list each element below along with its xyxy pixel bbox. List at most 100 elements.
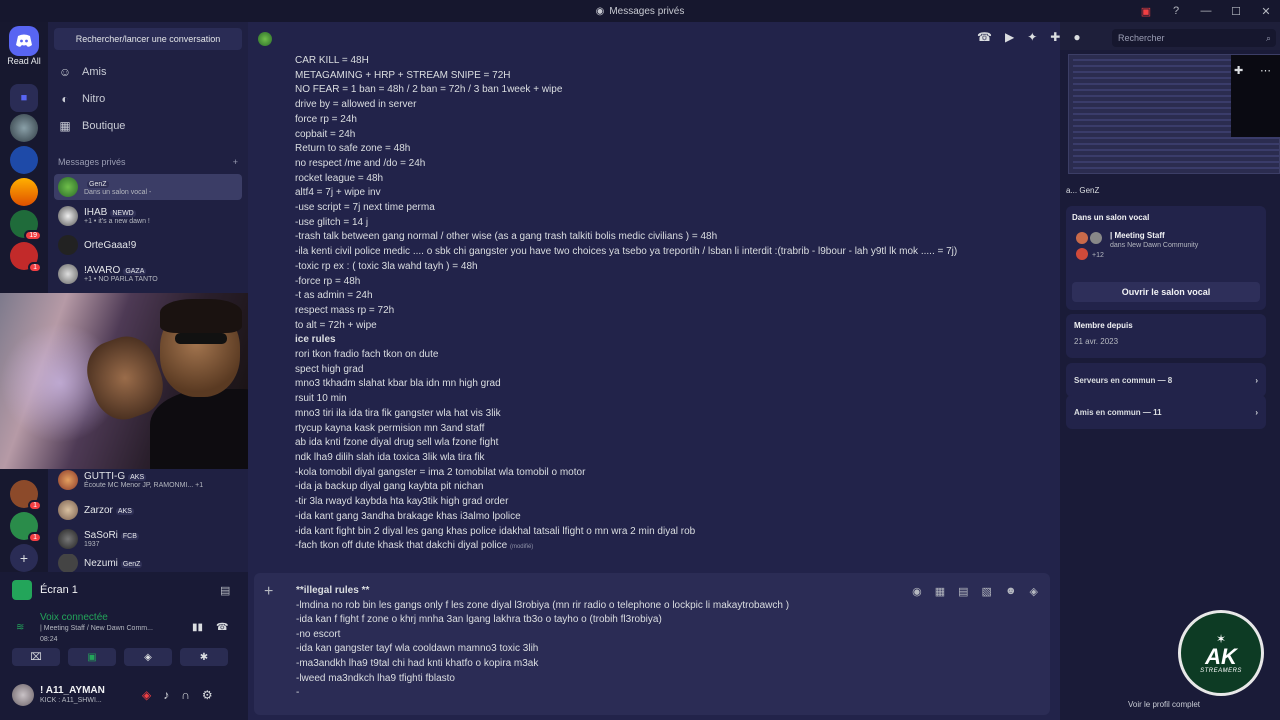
current-user[interactable]: ! A11_AYMAN KICK : A11_SHWI...: [12, 684, 105, 706]
microphone-icon[interactable]: ♪: [163, 688, 169, 702]
apps-icon[interactable]: ◈: [1030, 585, 1038, 598]
attach-button[interactable]: +: [264, 583, 273, 601]
member-since-card: Membre depuis 21 avr. 2023: [1066, 314, 1266, 358]
gif-icon[interactable]: ▤: [958, 585, 968, 598]
dm-item[interactable]: Nezumi GenZ: [54, 554, 242, 572]
message-composer[interactable]: + **illegal rules ** -lmdina no rob bin l…: [254, 573, 1050, 715]
composer-input[interactable]: **illegal rules ** -lmdina no rob bin les…: [296, 584, 789, 701]
activity-button[interactable]: ◈: [124, 648, 172, 666]
voice-card: Dans un salon vocal | Meeting Staff dans…: [1066, 206, 1266, 310]
settings-icon[interactable]: ⚙: [202, 688, 213, 702]
message-line: -ida kant fight bin 2 diyal les gang kha…: [295, 525, 696, 537]
camera-off-button[interactable]: ⌧: [12, 648, 60, 666]
screen-share-row[interactable]: Écran 1: [12, 580, 78, 600]
ak-streamers-logo: ✶ AK STREAMERS: [1178, 610, 1264, 696]
message-line: copbait = 24h: [295, 128, 356, 140]
composer-line: **illegal rules **: [296, 585, 370, 596]
nitro-icon: ◐: [61, 92, 69, 106]
noise-icon[interactable]: ▮▮: [192, 622, 203, 633]
message-line: -ida kant gang 3andha brakage khas i3alm…: [295, 510, 521, 522]
minimize-button[interactable]: —: [1200, 5, 1212, 17]
read-all-button[interactable]: Read All: [0, 56, 48, 66]
popout-icon[interactable]: ▤: [220, 584, 230, 597]
message-line: -use script = 7j next time perma: [295, 202, 435, 214]
nav-friends[interactable]: ☺ Amis: [58, 60, 107, 84]
dm-item[interactable]: Zarzor AKS: [54, 497, 242, 523]
server-icon[interactable]: [10, 178, 38, 206]
composer-line: -ida kan f fight f zone o khrj mnha 3an …: [296, 614, 662, 626]
dm-item[interactable]: OrteGaaa!9: [54, 232, 242, 258]
pin-icon[interactable]: ✦: [1027, 30, 1037, 44]
discord-logo-icon: [16, 34, 32, 47]
server-icon[interactable]: 19: [10, 210, 42, 241]
nav-shop[interactable]: ▦ Boutique: [58, 114, 125, 138]
create-dm-icon[interactable]: +: [233, 157, 238, 167]
message-line: -tir 3la rwayd kaybda hta kay3tik high g…: [295, 496, 509, 508]
message-line: ice rules: [295, 334, 336, 346]
server-icon[interactable]: 1: [10, 512, 42, 543]
edited-label: (modifié): [509, 544, 534, 551]
video-icon[interactable]: ▶: [1005, 30, 1014, 44]
maximize-button[interactable]: ☐: [1230, 5, 1242, 18]
title-bar: ◉ Messages privés ▣ ? — ☐ ✕: [0, 0, 1280, 22]
add-server-button[interactable]: +: [10, 544, 38, 572]
voice-channel[interactable]: | Meeting Staff / New Dawn Comm...: [40, 625, 153, 632]
eye-icon[interactable]: ◉: [912, 585, 922, 598]
header-search[interactable]: Rechercher ⌕: [1112, 29, 1276, 47]
help-icon[interactable]: ?: [1170, 5, 1182, 17]
headphones-icon[interactable]: ∩: [181, 688, 190, 702]
call-icon[interactable]: ☎: [977, 30, 992, 44]
nav-nitro[interactable]: ◐ Nitro: [58, 87, 105, 111]
server-icon[interactable]: 1: [10, 480, 42, 511]
server-icon[interactable]: 1: [10, 242, 42, 273]
message-line: mno3 tkhadm slahat kbar bla idn mn high …: [295, 378, 501, 390]
stream-preview[interactable]: [1068, 54, 1280, 174]
message-line: CAR KILL = 48H: [295, 55, 369, 66]
message-line: -ila kenti civil police medic .... o sbk…: [295, 246, 958, 258]
message-line: -t as admin = 24h: [295, 290, 373, 302]
message-line: force rp = 24h: [295, 113, 357, 125]
gamepad-icon[interactable]: ◈: [142, 688, 151, 702]
profile-icon[interactable]: ●: [1073, 30, 1080, 44]
voice-status[interactable]: Voix connectée: [40, 612, 108, 623]
soundboard-button[interactable]: ✱: [180, 648, 228, 666]
screen-share-icon[interactable]: ▣: [1140, 5, 1152, 18]
screen-share-button[interactable]: ▣: [68, 648, 116, 666]
add-friend-icon[interactable]: ✚: [1050, 30, 1060, 44]
dm-search-button[interactable]: Rechercher/lancer une conversation: [54, 28, 242, 50]
dm-item[interactable]: GenZ Dans un salon vocal -: [54, 174, 242, 200]
server-icon[interactable]: [10, 146, 38, 174]
screen-icon: [12, 580, 32, 600]
home-button[interactable]: [9, 26, 39, 56]
dm-item[interactable]: GUTTI-G AKS Écoute MC Menor JP, RAMONMI...…: [54, 467, 242, 493]
emoji-icon[interactable]: ☻: [1005, 585, 1017, 598]
dm-item[interactable]: !AVARO GAZA +1 • NO PARLA TANTO: [54, 261, 242, 287]
mention-badge: 1: [28, 500, 42, 511]
add-friend-icon[interactable]: ✚: [1234, 64, 1243, 77]
full-profile-link[interactable]: Voir le profil complet: [1128, 700, 1200, 709]
mutual-friends-row[interactable]: Amis en commun — 11 ›: [1066, 395, 1266, 429]
message-line: rtycup kayna kask permision mn 3and staf…: [295, 422, 485, 434]
sticker-icon[interactable]: ▧: [982, 585, 992, 598]
dm-item[interactable]: IHAB NEWD +1 • it's a new dawn !: [54, 203, 242, 229]
mutual-servers-row[interactable]: Serveurs en commun — 8 ›: [1066, 363, 1266, 397]
server-icon[interactable]: [10, 114, 38, 142]
message-line: -toxic rp ex : ( toxic 3la wahd tayh ) =…: [295, 260, 478, 272]
server-tag: NEWD: [110, 209, 136, 217]
message-line: mno3 tiri ila ida tira fik gangster wla …: [295, 407, 501, 419]
gift-icon[interactable]: ▦: [935, 585, 945, 598]
message-line: to alt = 72h + wipe: [295, 319, 377, 331]
folder-icon[interactable]: ■: [10, 84, 38, 112]
message-line: -force rp = 48h: [295, 275, 361, 287]
avatar: [58, 264, 78, 284]
server-tag: FCB: [120, 532, 139, 540]
message-line: METAGAMING + HRP + STREAM SNIPE = 72H: [295, 69, 511, 81]
more-icon[interactable]: ⋯: [1260, 64, 1271, 77]
close-button[interactable]: ✕: [1260, 5, 1272, 18]
open-voice-button[interactable]: Ouvrir le salon vocal: [1072, 282, 1260, 302]
chat-area: CAR KILL = 48H METAGAMING + HRP + STREAM …: [248, 22, 1060, 720]
dm-item[interactable]: SaSoRi FCB 1937: [54, 526, 242, 552]
composer-line: -ma3andkh lha9 t9tal chi had knti khatfo…: [296, 657, 539, 669]
mention-badge: 1: [28, 262, 42, 273]
disconnect-icon[interactable]: ☎: [216, 622, 228, 633]
